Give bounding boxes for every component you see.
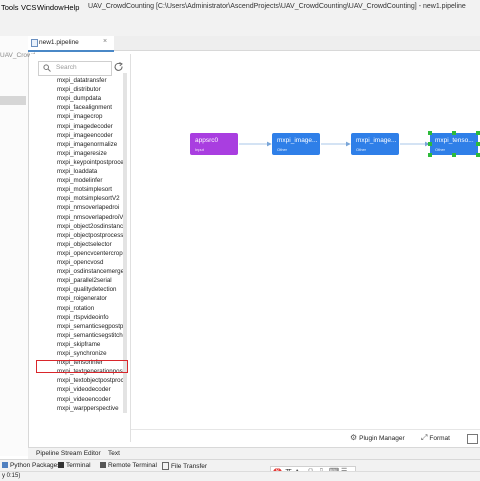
resize-handle[interactable] — [476, 131, 480, 135]
node-title: appsrc0 — [195, 137, 219, 144]
tab-text[interactable]: Text — [108, 450, 120, 457]
remote-terminal-icon — [100, 462, 106, 469]
tab-label: new1.pipeline — [39, 39, 79, 46]
plugin-item[interactable]: mxpi_nmsoverlapedroi — [57, 203, 123, 212]
menu-tools[interactable]: Tools — [1, 3, 19, 12]
plugin-item[interactable]: mxpi_nmsoverlapedroiV2 — [57, 213, 123, 222]
terminal-button[interactable]: Terminal — [58, 462, 91, 469]
plugin-item[interactable]: mxpi_imagecrop — [57, 112, 123, 121]
plugin-item[interactable]: mxpi_videoencoder — [57, 395, 123, 404]
close-icon[interactable]: × — [103, 38, 107, 45]
plugin-item[interactable]: mxpi_videodecoder — [57, 385, 123, 394]
resize-handle[interactable] — [476, 142, 480, 146]
plugin-item[interactable]: mxpi_loaddata — [57, 167, 123, 176]
plugin-item[interactable]: mxpi_imageencoder — [57, 131, 123, 140]
plugin-item[interactable]: mxpi_textobjectpostproc — [57, 376, 123, 385]
pipeline-canvas[interactable] — [131, 51, 480, 429]
plugin-item[interactable]: mxpi_semanticsegstitcher — [57, 331, 123, 340]
plugin-item[interactable]: mxpi_osdinstancemerger — [57, 267, 123, 276]
plugin-item[interactable]: mxpi_object2osdinstance — [57, 222, 123, 231]
remote-terminal-button[interactable]: Remote Terminal — [100, 462, 157, 469]
plugin-item[interactable]: mxpi_imagenormalize — [57, 140, 123, 149]
search-icon — [43, 64, 51, 72]
plugin-item[interactable]: mxpi_distributor — [57, 85, 123, 94]
plugin-item[interactable]: mxpi_qualitydetection — [57, 285, 123, 294]
search-placeholder: Search — [56, 64, 77, 71]
format-label: Format — [429, 435, 450, 442]
node-subtitle: Other — [435, 147, 446, 152]
plugin-item[interactable]: mxpi_warpperspective — [57, 404, 123, 413]
node-imagedecoder[interactable]: mxpi_image... Other — [272, 133, 320, 155]
node-imageresize[interactable]: mxpi_image... Other — [351, 133, 399, 155]
plugin-item[interactable]: mxpi_rtspvideoinfo — [57, 313, 123, 322]
refresh-icon[interactable] — [114, 62, 124, 72]
python-packages-label: Python Packages — [9, 462, 61, 469]
format-icon: ⤢ — [421, 433, 428, 442]
plugin-item[interactable]: mxpi_modelinfer — [57, 176, 123, 185]
plugin-item[interactable]: mxpi_motsimplesortV2 — [57, 194, 123, 203]
node-title: mxpi_image... — [277, 137, 318, 144]
plugin-item[interactable]: mxpi_keypointpostproce — [57, 158, 123, 167]
resize-handle[interactable] — [476, 153, 480, 157]
plugin-item[interactable]: mxpi_objectselector — [57, 240, 123, 249]
menu-help[interactable]: Help — [64, 3, 79, 12]
terminal-icon — [58, 462, 64, 469]
file-icon — [31, 39, 38, 47]
plugin-item[interactable]: mxpi_datatransfer — [57, 76, 123, 85]
plugin-manager-label: Plugin Manager — [359, 435, 405, 442]
node-subtitle: Other — [277, 147, 288, 152]
navigation-strip — [0, 14, 480, 37]
plugin-item[interactable]: mxpi_imageresize — [57, 149, 123, 158]
node-title: mxpi_tenso... — [435, 137, 474, 144]
plugin-item[interactable]: mxpi_rotation — [57, 304, 123, 313]
plugin-item[interactable]: mxpi_opencvosd — [57, 258, 123, 267]
terminal-label: Terminal — [65, 462, 91, 469]
file-transfer-button[interactable]: File Transfer — [162, 462, 207, 470]
menu-window[interactable]: Window — [37, 3, 64, 12]
node-tensorinfer-selected[interactable]: mxpi_tenso... Other — [430, 133, 478, 155]
tab-pipeline-stream-editor[interactable]: Pipeline Stream Editor — [36, 450, 101, 457]
remote-terminal-label: Remote Terminal — [107, 462, 157, 469]
resize-handle[interactable] — [428, 153, 432, 157]
status-text: y 0:15) — [2, 473, 21, 479]
plugin-manager-icon: ⚙ — [350, 433, 358, 442]
node-appsrc0[interactable]: appsrc0 Input — [190, 133, 238, 155]
menu-vcs[interactable]: VCS — [21, 3, 36, 12]
resize-handle[interactable] — [452, 153, 456, 157]
plugin-item[interactable]: mxpi_synchronize — [57, 349, 123, 358]
canvas-action-bar: ⚙ Plugin Manager ⤢ Format — [131, 429, 480, 448]
node-subtitle: Input — [195, 147, 204, 152]
window-title: UAV_CrowdCounting [C:\Users\Administrato… — [88, 3, 466, 10]
plugin-item[interactable]: mxpi_motsimplesort — [57, 185, 123, 194]
node-title: mxpi_image... — [356, 137, 397, 144]
tab-new1-pipeline[interactable]: new1.pipeline × — [28, 36, 114, 52]
highlighted-plugin-box — [36, 360, 128, 373]
plugin-item[interactable]: mxpi_opencvcentercrop — [57, 249, 123, 258]
menu-bar: Tools VCS Window Help UAV_CrowdCounting … — [0, 0, 480, 15]
plugin-manager-button[interactable]: ⚙ Plugin Manager — [350, 433, 405, 442]
format-button[interactable]: ⤢ Format — [421, 433, 450, 443]
resize-handle[interactable] — [452, 131, 456, 135]
project-selected-row[interactable] — [0, 96, 26, 105]
plugin-item[interactable]: mxpi_dumpdata — [57, 94, 123, 103]
plugin-item[interactable]: mxpi_skipframe — [57, 340, 123, 349]
plugin-item[interactable]: mxpi_imagedecoder — [57, 122, 123, 131]
plugin-item[interactable]: mxpi_roigenerator — [57, 294, 123, 303]
file-transfer-icon — [162, 462, 169, 470]
connection-lines — [239, 141, 430, 147]
node-subtitle: Other — [356, 147, 367, 152]
resize-handle[interactable] — [428, 131, 432, 135]
plugin-item[interactable]: mxpi_parallel2serial — [57, 276, 123, 285]
python-icon — [2, 462, 8, 469]
plugin-item[interactable]: mxpi_facealignment — [57, 103, 123, 112]
plugin-item[interactable]: mxpi_semanticsegpostpr — [57, 322, 123, 331]
resize-handle[interactable] — [428, 142, 432, 146]
plugin-item[interactable]: mxpi_objectpostprocesso — [57, 231, 123, 240]
python-packages-button[interactable]: Python Packages — [2, 462, 61, 469]
fullscreen-icon[interactable] — [467, 434, 478, 444]
file-transfer-label: File Transfer — [170, 462, 208, 470]
